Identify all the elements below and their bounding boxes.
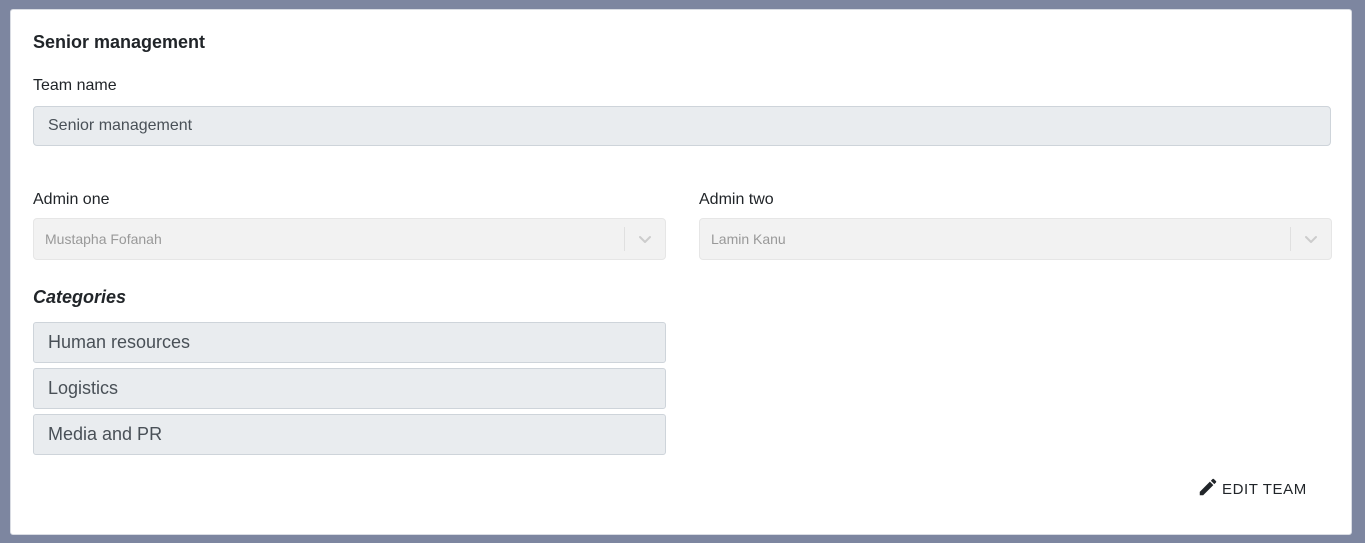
page-title: Senior management bbox=[33, 32, 206, 52]
team-details-card: Senior management Team name Admin one Mu… bbox=[10, 9, 1352, 535]
team-name-label: Team name bbox=[33, 77, 117, 94]
category-list: Human resources Logistics Media and PR bbox=[33, 322, 666, 460]
admin-one-label: Admin one bbox=[33, 191, 110, 208]
admin-two-select[interactable]: Lamin Kanu bbox=[699, 218, 1332, 260]
chevron-down-icon[interactable] bbox=[625, 219, 665, 259]
chevron-down-icon[interactable] bbox=[1291, 219, 1331, 259]
admin-one-value: Mustapha Fofanah bbox=[45, 231, 162, 247]
pencil-icon bbox=[1197, 476, 1219, 502]
admin-one-select[interactable]: Mustapha Fofanah bbox=[33, 218, 666, 260]
list-item: Media and PR bbox=[33, 414, 666, 455]
list-item: Logistics bbox=[33, 368, 666, 409]
edit-team-button[interactable]: EDIT TEAM bbox=[1193, 475, 1311, 503]
list-item: Human resources bbox=[33, 322, 666, 363]
admin-two-value: Lamin Kanu bbox=[711, 231, 786, 247]
categories-title: Categories bbox=[33, 287, 127, 307]
admin-two-label: Admin two bbox=[699, 191, 774, 208]
team-name-input[interactable] bbox=[33, 106, 1331, 146]
edit-team-label: EDIT TEAM bbox=[1222, 480, 1307, 498]
